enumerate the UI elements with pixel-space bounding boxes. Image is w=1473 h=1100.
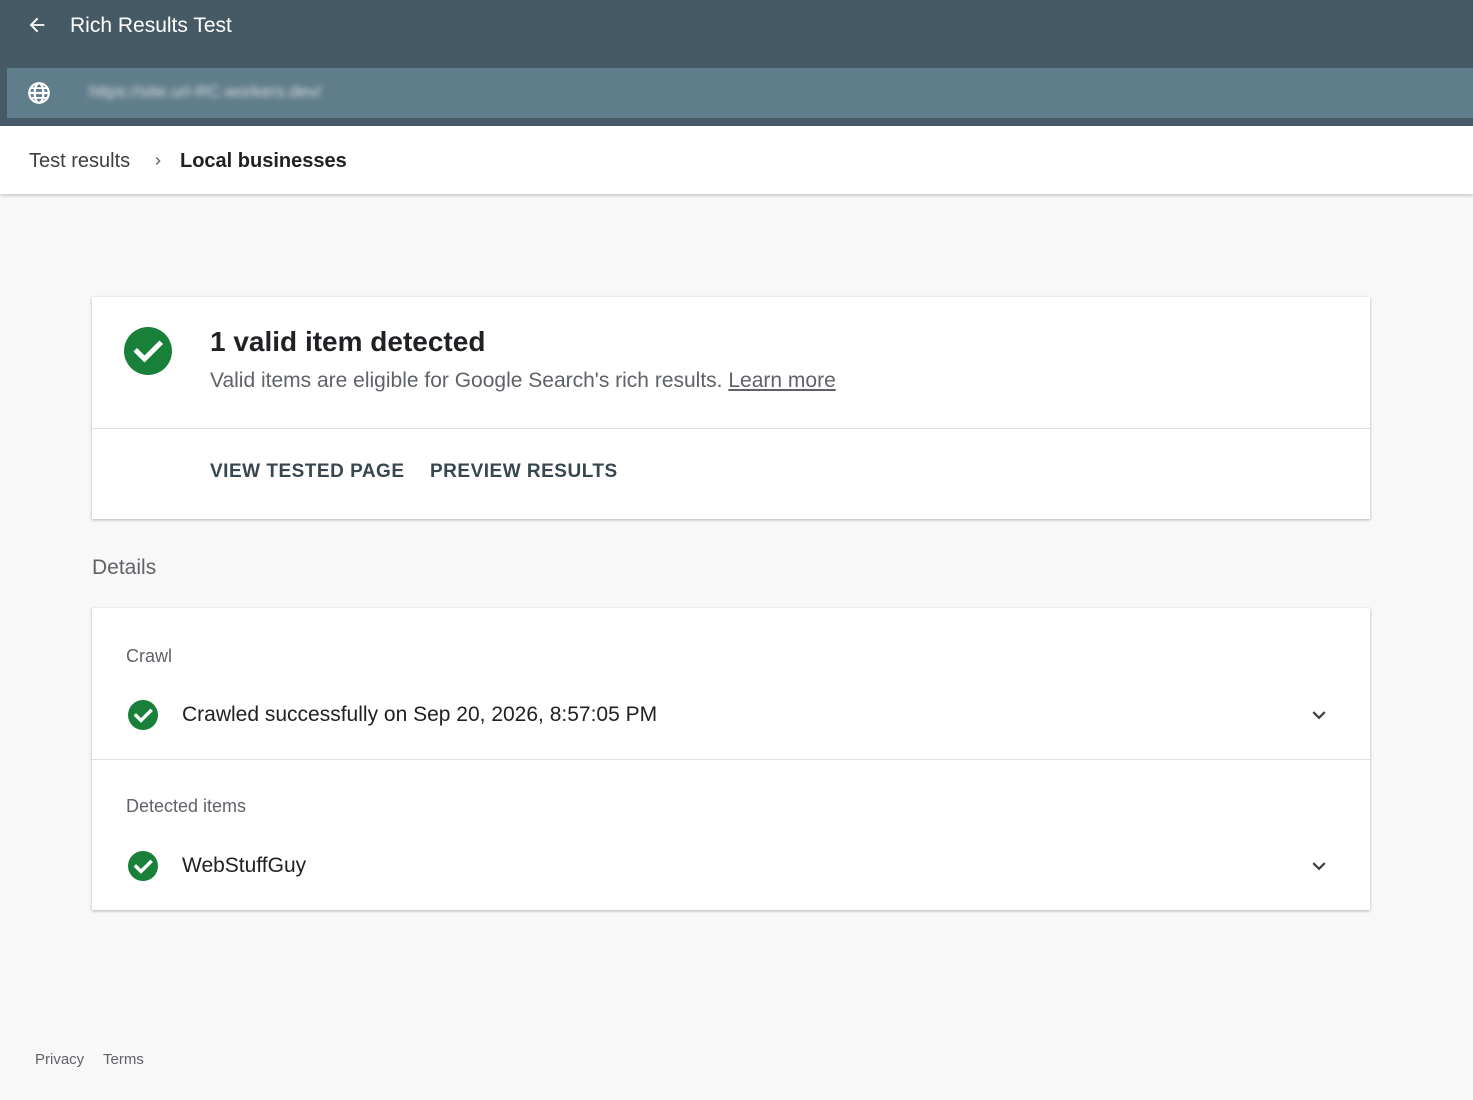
summary-subtitle: Valid items are eligible for Google Sear… [210, 369, 836, 393]
crawl-label: Crawl [126, 646, 173, 666]
breadcrumb-current: Local businesses [180, 150, 347, 172]
app-header: Rich Results Test https://site.url-RC.wo… [0, 0, 1473, 126]
detected-items-label: Detected items [126, 796, 247, 816]
check-circle-icon [128, 851, 158, 881]
arrow-back-icon [29, 17, 45, 33]
detected-item-name: WebStuffGuy [182, 854, 307, 877]
crawl-status: Crawled successfully on Sep 20, 2026, 8:… [182, 703, 658, 726]
details-heading: Details [92, 556, 157, 579]
back-button[interactable] [22, 10, 52, 40]
learn-more-link[interactable]: Learn more [728, 369, 835, 392]
summary-subtitle-text: Valid items are eligible for Google Sear… [210, 369, 723, 392]
details-card: Crawl Crawled successfully on Sep 20, 20… [92, 608, 1370, 910]
globe-icon [28, 82, 50, 104]
privacy-link[interactable]: Privacy [35, 1051, 84, 1068]
terms-link[interactable]: Terms [103, 1051, 144, 1068]
divider [92, 759, 1370, 760]
preview-results-button[interactable]: PREVIEW RESULTS [430, 461, 618, 483]
chevron-right-icon [155, 157, 161, 165]
app-title: Rich Results Test [70, 14, 232, 37]
chevron-down-icon[interactable] [1306, 702, 1332, 728]
summary-title: 1 valid item detected [210, 326, 486, 357]
breadcrumb: Test results Local businesses [0, 126, 1473, 194]
chevron-down-icon[interactable] [1306, 853, 1332, 879]
view-tested-page-button[interactable]: VIEW TESTED PAGE [210, 461, 405, 483]
breadcrumb-test-results[interactable]: Test results [29, 150, 130, 173]
url-bar[interactable]: https://site.url-RC.workers.dev/ [7, 68, 1473, 118]
check-circle-icon [124, 327, 172, 375]
tested-url: https://site.url-RC.workers.dev/ [89, 82, 322, 101]
summary-card: 1 valid item detected Valid items are el… [92, 297, 1370, 519]
divider [92, 428, 1370, 429]
check-circle-icon [128, 700, 158, 730]
